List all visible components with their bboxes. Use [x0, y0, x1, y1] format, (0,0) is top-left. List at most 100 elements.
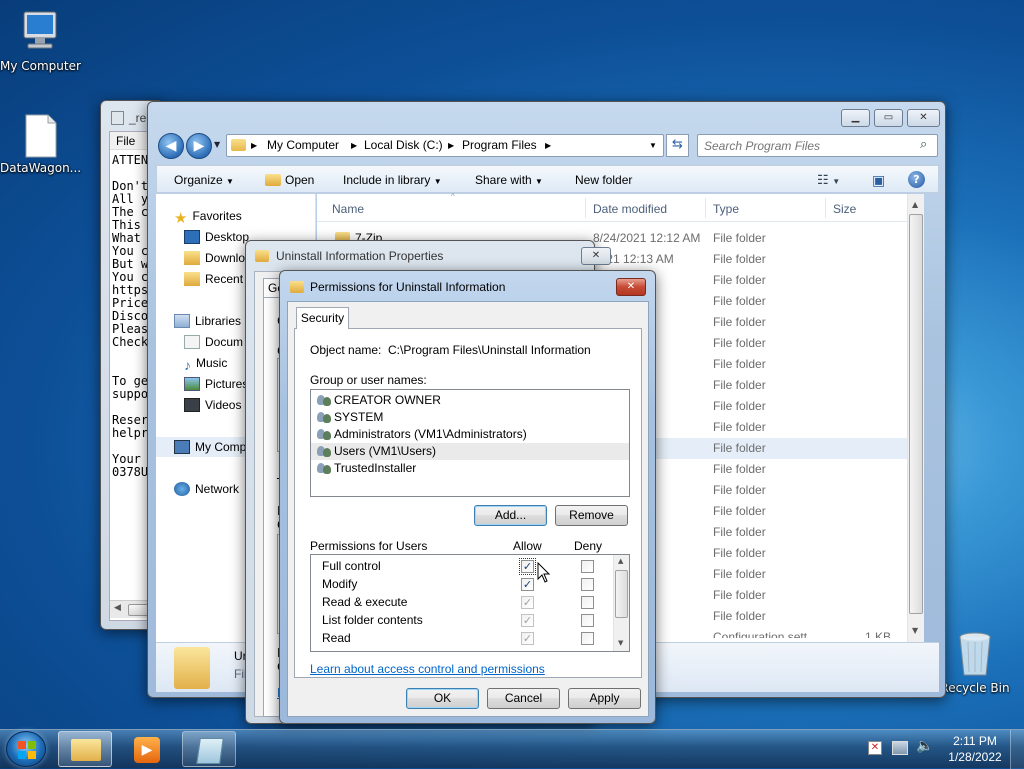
file-size: 1 KB [864, 630, 891, 638]
dialog-close-button[interactable]: ✕ [616, 278, 646, 296]
taskbar-notepad-button[interactable] [182, 731, 236, 767]
volume-icon[interactable]: 🔈 [916, 738, 933, 754]
desktop-icon-label: My Computer [0, 59, 81, 73]
column-name[interactable]: Name [332, 202, 364, 216]
search-input[interactable] [704, 137, 909, 154]
clock-date[interactable]: 1/28/2022 [944, 750, 1006, 764]
permission-name: Read [322, 631, 351, 645]
user-list-item[interactable]: Administrators (VM1\Administrators) [311, 426, 629, 443]
user-list-item[interactable]: CREATOR OWNER [311, 392, 629, 409]
star-icon: ★ [174, 210, 188, 227]
folder-icon [71, 739, 101, 761]
permissions-dialog[interactable]: Permissions for Uninstall Information ✕ … [279, 270, 656, 724]
arrow-left-icon: ◀ [165, 138, 177, 154]
remove-button[interactable]: Remove [555, 505, 628, 526]
view-options-button[interactable]: ☷ ▼ [817, 166, 840, 194]
user-list-item[interactable]: TrustedInstaller [311, 460, 629, 477]
vertical-scrollbar[interactable]: ▲ ▼ [907, 194, 924, 642]
allow-checkbox[interactable]: ✓ [521, 614, 534, 627]
windows-logo-icon [18, 741, 36, 759]
allow-checkbox[interactable]: ✓ [521, 578, 534, 591]
scrollbar-thumb[interactable] [909, 214, 923, 614]
chevron-right-icon: ▶ [448, 141, 455, 150]
allow-checkbox[interactable]: ✓ [521, 632, 534, 645]
deny-checkbox[interactable] [581, 632, 594, 645]
column-type[interactable]: Type [713, 202, 739, 216]
allow-checkbox[interactable]: ✓ [519, 558, 536, 575]
learn-about-link[interactable]: Learn about access control and permissio… [310, 662, 545, 676]
new-folder-button[interactable]: New folder [575, 166, 632, 194]
breadcrumb-local-disk[interactable]: Local Disk (C:) [364, 135, 443, 156]
open-button[interactable]: Open [265, 166, 314, 194]
media-player-icon: ▶ [134, 737, 160, 763]
preview-pane-button[interactable]: ▣ [872, 166, 885, 194]
mouse-cursor-icon [537, 562, 551, 583]
desktop-icon-recycle-bin[interactable]: Recycle Bin [935, 630, 1015, 695]
scrollbar-thumb[interactable] [615, 570, 628, 618]
deny-checkbox[interactable] [581, 614, 594, 627]
column-size[interactable]: Size [833, 202, 856, 216]
file-type: File folder [713, 546, 766, 560]
desktop-icon-datawagon[interactable]: DataWagon... [0, 114, 82, 175]
maximize-button[interactable]: ▭ [874, 109, 903, 127]
permission-scrollbar[interactable]: ▲ ▼ [613, 555, 629, 651]
start-button[interactable] [6, 731, 46, 767]
breadcrumb-program-files[interactable]: Program Files [462, 135, 537, 156]
file-type: File folder [713, 462, 766, 476]
permissions-for-label: Permissions for Users [310, 539, 428, 553]
add-button[interactable]: Add... [474, 505, 547, 526]
ok-button[interactable]: OK [406, 688, 479, 709]
apply-button[interactable]: Apply [568, 688, 641, 709]
refresh-button[interactable]: ⇆ [666, 134, 689, 157]
user-group-icon [317, 461, 331, 474]
allow-column-label: Allow [513, 539, 542, 553]
user-list[interactable]: CREATOR OWNER SYSTEM Administrators (VM1\A… [310, 389, 630, 497]
address-bar[interactable]: ▶ My Computer ▶ Local Disk (C:) ▶ Progra… [226, 134, 664, 157]
user-name: Users (VM1\Users) [334, 444, 437, 458]
notepad-menu-file[interactable]: File [116, 134, 135, 148]
share-with-menu[interactable]: Share with ▼ [475, 166, 543, 194]
user-list-item[interactable]: SYSTEM [311, 409, 629, 426]
group-or-user-label: Group or user names: [310, 373, 427, 387]
nav-favorites[interactable]: ★ Favorites [156, 206, 316, 227]
include-in-library-menu[interactable]: Include in library ▼ [343, 166, 442, 194]
deny-checkbox[interactable] [581, 596, 594, 609]
minimize-button[interactable]: ▁ [841, 109, 870, 127]
user-group-icon [317, 410, 331, 423]
file-type: File folder [713, 483, 766, 497]
desktop-icon-my-computer[interactable]: My Computer [0, 8, 81, 73]
libraries-icon [174, 314, 190, 328]
user-list-item[interactable]: Users (VM1\Users) [311, 443, 629, 460]
network-icon[interactable] [892, 741, 908, 755]
taskbar-explorer-button[interactable] [58, 731, 112, 767]
search-box[interactable]: ⌕ [697, 134, 938, 157]
properties-close-button[interactable]: ✕ [581, 247, 611, 265]
action-center-icon[interactable]: ✕ [868, 741, 882, 755]
allow-checkbox[interactable]: ✓ [521, 596, 534, 609]
cancel-button[interactable]: Cancel [487, 688, 560, 709]
tab-security[interactable]: Security [296, 307, 349, 329]
recent-pages-dropdown[interactable]: ▼ [214, 140, 220, 149]
permission-list[interactable]: ▲ ▼ Full control ✓ Modify ✓ Read & execute ✓ L… [310, 554, 630, 652]
forward-button[interactable]: ▶ [186, 133, 212, 159]
file-type: File folder [713, 504, 766, 518]
desktop-icon-label: DataWagon... [0, 161, 82, 175]
file-type: File folder [713, 294, 766, 308]
user-group-icon [317, 393, 331, 406]
permission-name: Read & execute [322, 595, 408, 609]
organize-menu[interactable]: Organize ▼ [174, 166, 234, 194]
deny-checkbox[interactable] [581, 578, 594, 591]
permission-name: Modify [322, 577, 358, 591]
help-icon[interactable]: ? [908, 171, 925, 188]
clock-time[interactable]: 2:11 PM [950, 734, 1000, 748]
breadcrumb-my-computer[interactable]: My Computer [267, 135, 339, 156]
deny-checkbox[interactable] [581, 560, 594, 573]
taskbar-media-player-button[interactable]: ▶ [120, 731, 174, 767]
user-name: SYSTEM [334, 410, 384, 424]
back-button[interactable]: ◀ [158, 133, 184, 159]
column-date-modified[interactable]: Date modified [593, 202, 667, 216]
close-button[interactable]: ✕ [907, 109, 940, 127]
show-desktop-button[interactable] [1010, 730, 1024, 769]
chevron-down-icon[interactable]: ▼ [649, 135, 657, 156]
music-icon: ♪ [184, 357, 191, 373]
